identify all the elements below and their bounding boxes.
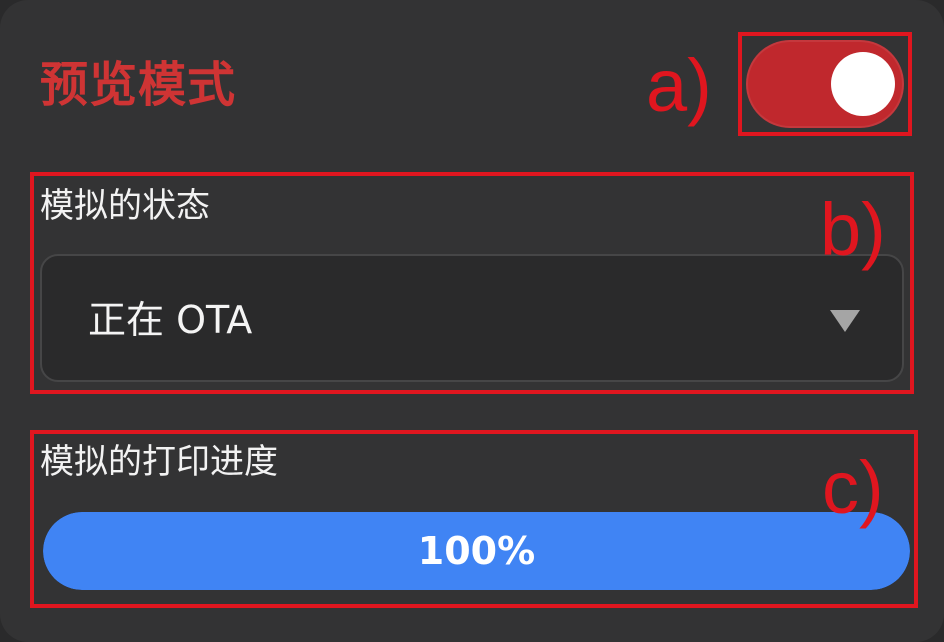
annotation-label-a: a) [646,44,712,127]
preview-settings-panel: 预览模式 模拟的状态 正在 OTA 模拟的打印进度 100% a) b) c) [0,0,944,642]
annotation-label-c: c) [822,446,884,529]
annotation-label-b: b) [820,188,886,271]
annotation-box-a [738,32,912,136]
annotation-box-b [30,172,914,394]
preview-mode-title: 预览模式 [40,57,237,113]
annotation-box-c [30,430,918,608]
